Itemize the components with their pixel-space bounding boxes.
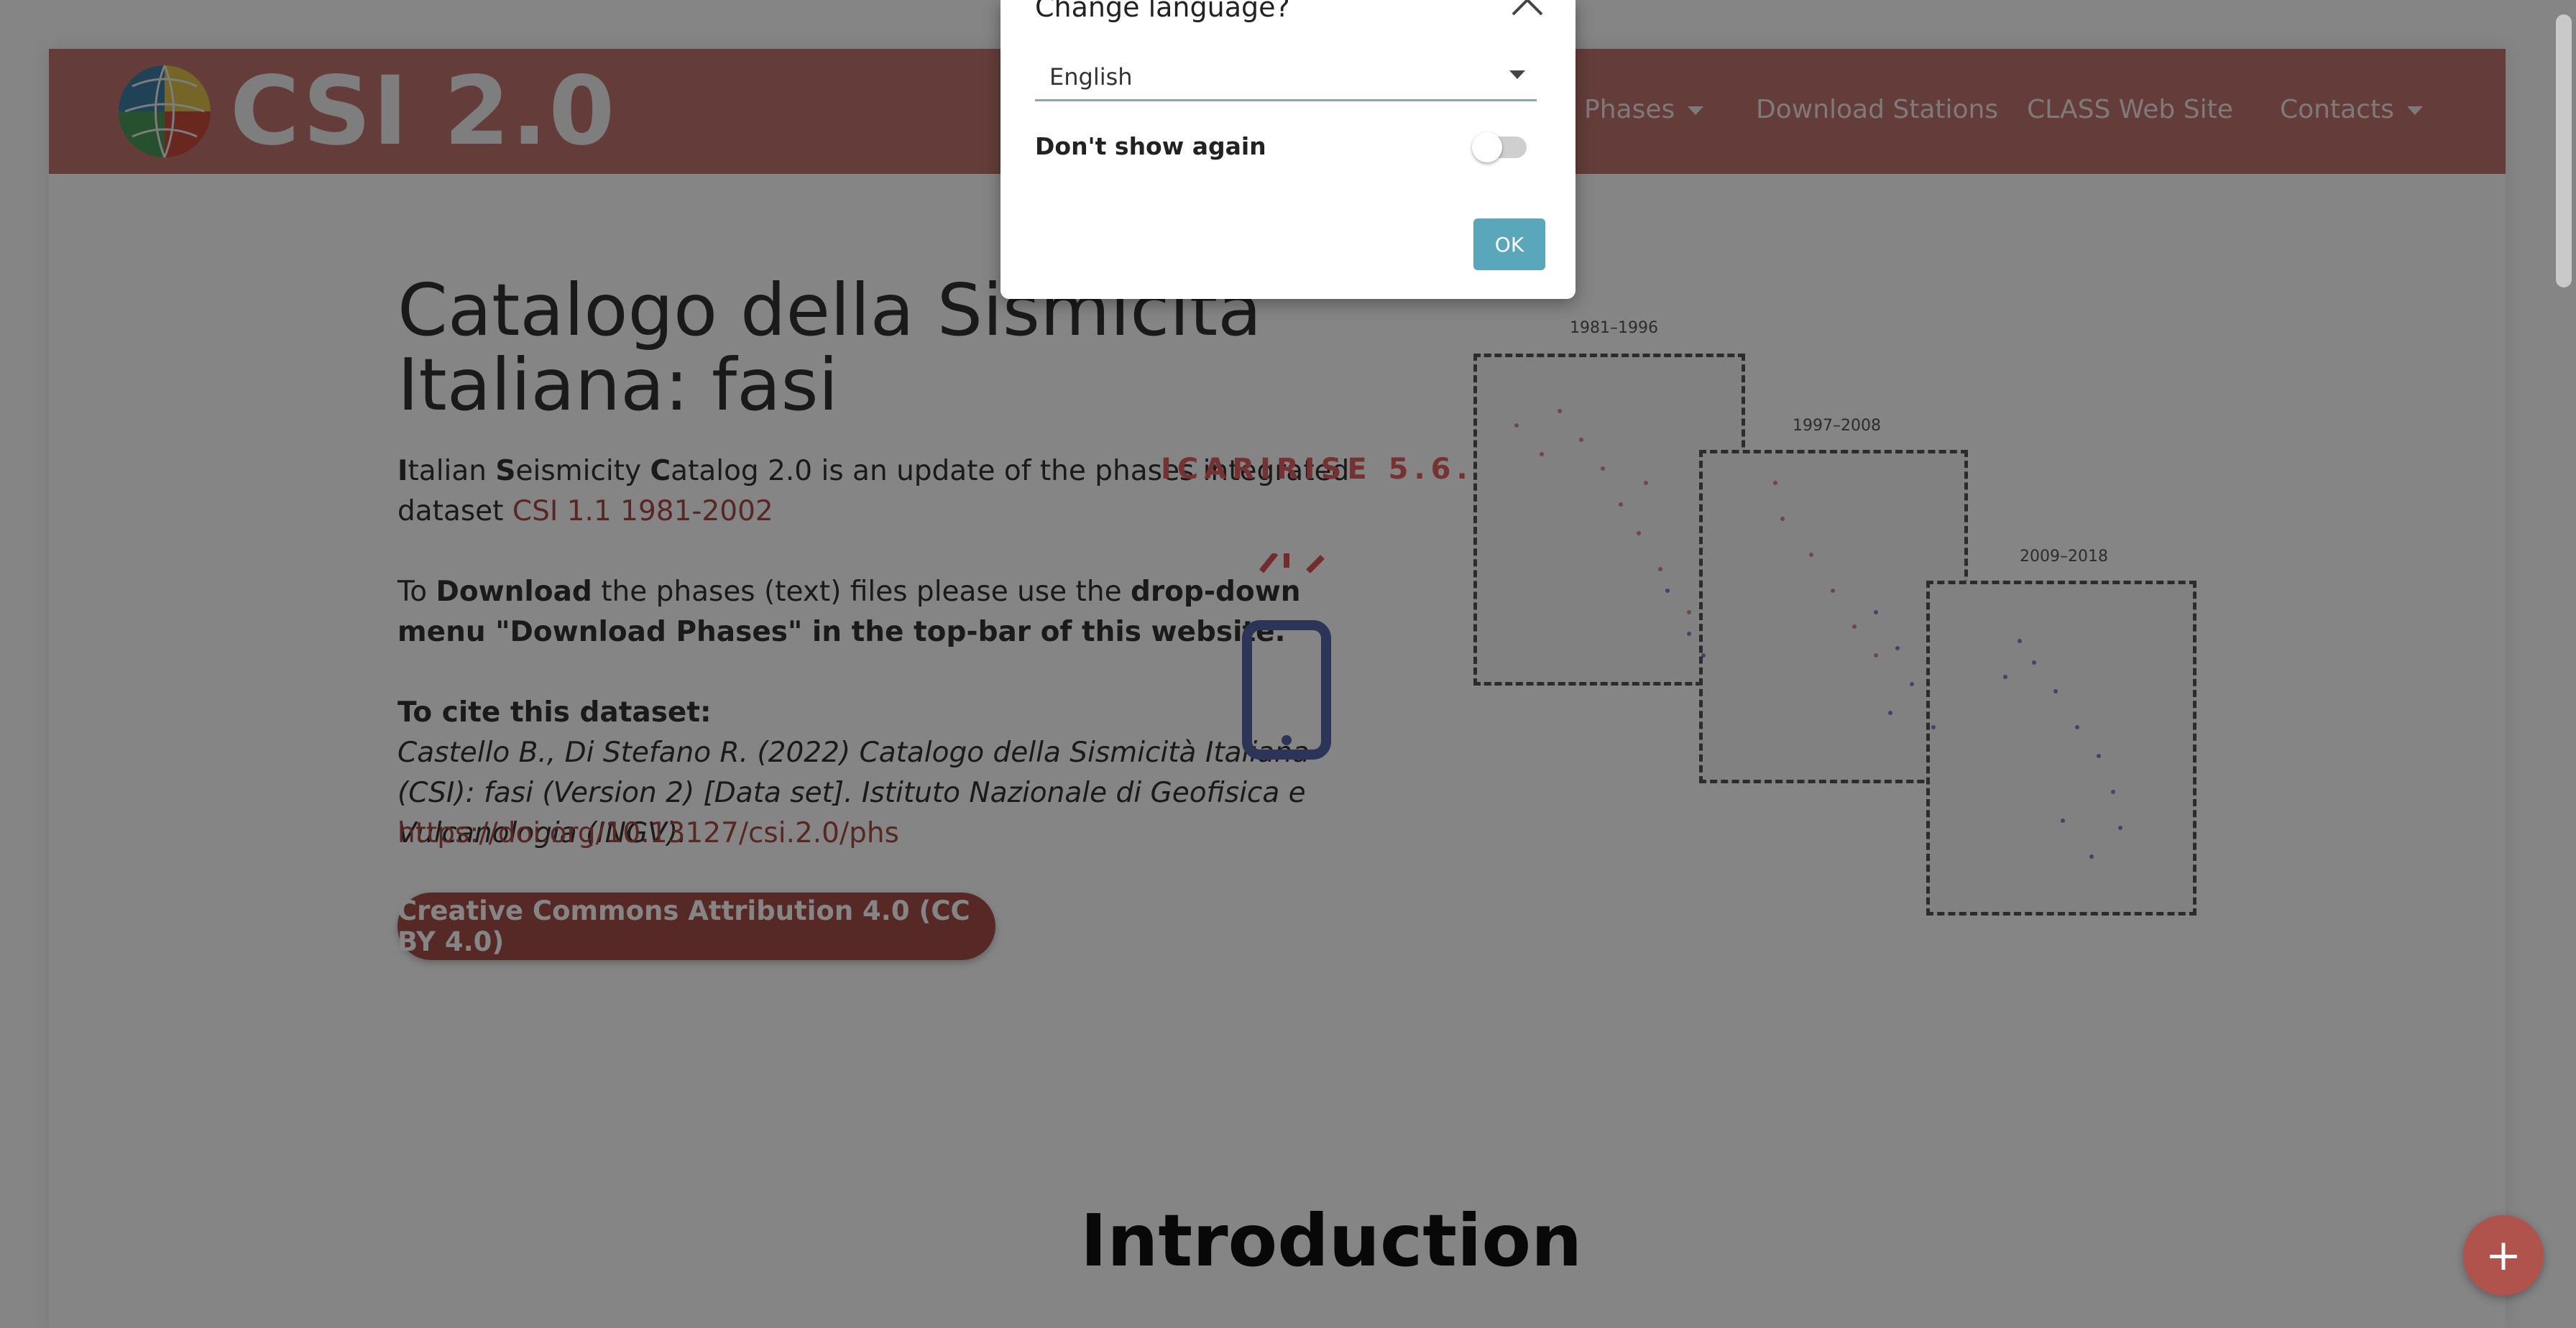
scrollbar-thumb[interactable] <box>2556 14 2572 287</box>
modal-title: Change language? <box>1035 0 1290 23</box>
floating-add-button[interactable]: + <box>2463 1215 2544 1296</box>
select-value: English <box>1049 63 1133 91</box>
chevron-up-icon[interactable] <box>1509 0 1545 22</box>
language-select[interactable]: English <box>1035 56 1537 101</box>
dont-show-toggle[interactable] <box>1472 132 1527 162</box>
dont-show-label: Don't show again <box>1035 132 1266 160</box>
toggle-knob <box>1472 132 1502 162</box>
ok-button[interactable]: OK <box>1473 218 1545 270</box>
plus-icon: + <box>2485 1230 2522 1281</box>
language-modal: Change language? English Don't show agai… <box>1000 0 1576 299</box>
caret-down-icon <box>1509 70 1525 79</box>
